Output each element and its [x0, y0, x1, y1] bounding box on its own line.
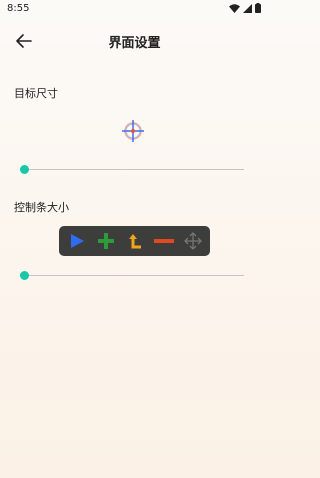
play-button[interactable]	[65, 229, 89, 253]
move-button[interactable]	[181, 229, 205, 253]
slider-track	[24, 275, 244, 276]
plus-icon	[97, 233, 114, 249]
app-bar: 界面设置	[0, 24, 269, 58]
target-crosshair-icon	[122, 120, 144, 142]
status-icons	[229, 3, 261, 13]
move-icon	[183, 232, 202, 250]
add-button[interactable]	[94, 229, 118, 253]
control-bar-size-label: 控制条大小	[14, 201, 69, 214]
battery-icon	[255, 3, 261, 13]
control-bar-size-slider[interactable]	[20, 271, 244, 281]
target-size-slider[interactable]	[20, 165, 244, 175]
play-icon	[70, 234, 84, 248]
minus-icon	[153, 239, 174, 243]
signal-icon	[243, 3, 252, 13]
status-time: 8:55	[7, 3, 30, 14]
control-bar-preview	[59, 226, 210, 256]
status-bar: 8:55	[0, 0, 269, 18]
page-title: 界面设置	[108, 36, 161, 51]
remove-button[interactable]	[152, 229, 176, 253]
slider-thumb[interactable]	[20, 271, 29, 280]
target-size-label: 目标尺寸	[14, 87, 58, 100]
slider-thumb[interactable]	[20, 165, 29, 174]
return-arrow-icon	[128, 234, 141, 249]
wifi-icon	[229, 3, 240, 13]
return-button[interactable]	[123, 229, 147, 253]
slider-track	[24, 169, 244, 170]
